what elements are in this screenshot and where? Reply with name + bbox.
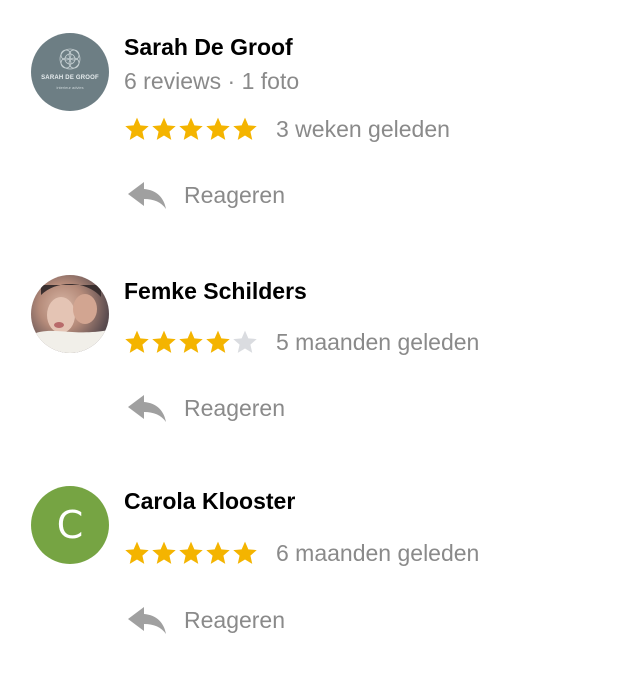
review-item: Femke Schilders 5 maanden geleden Reager… <box>0 240 638 460</box>
star-empty-icon <box>233 330 257 353</box>
reply-label: Reageren <box>184 181 286 208</box>
review-item: C Carola Klooster 6 maanden geleden Reag… <box>0 452 638 682</box>
reply-arrow-icon <box>128 395 166 422</box>
reviewer-meta: 6 reviews · 1 foto <box>124 68 300 94</box>
star-filled-icon <box>233 117 257 140</box>
reply-button[interactable]: Reageren <box>126 180 285 210</box>
flower-logo-icon <box>59 48 81 70</box>
review-date: 5 maanden geleden <box>276 329 480 355</box>
reviewer-name[interactable]: Sarah De Groof <box>124 34 293 61</box>
avatar-photo-icon <box>31 283 109 353</box>
review-date: 6 maanden geleden <box>276 540 480 566</box>
star-rating <box>124 116 258 142</box>
star-filled-icon <box>152 117 176 140</box>
star-filled-icon <box>233 541 257 564</box>
star-filled-icon <box>152 330 176 353</box>
star-filled-icon <box>125 330 149 353</box>
review-date: 3 weken geleden <box>276 116 450 142</box>
reviewer-name[interactable]: Femke Schilders <box>124 278 307 305</box>
star-filled-icon <box>179 330 203 353</box>
star-filled-icon <box>179 117 203 140</box>
avatar[interactable]: SARAH DE GROOF interieur advies <box>31 33 109 111</box>
star-filled-icon <box>125 541 149 564</box>
star-filled-icon <box>206 117 230 140</box>
avatar-logo-subtext: interieur advies <box>56 85 84 90</box>
star-rating <box>124 329 258 355</box>
star-filled-icon <box>152 541 176 564</box>
review-item: SARAH DE GROOF interieur advies Sarah De… <box>0 0 638 230</box>
reviewer-name[interactable]: Carola Klooster <box>124 488 295 515</box>
reply-arrow-icon <box>128 607 166 634</box>
star-filled-icon <box>206 541 230 564</box>
avatar-letter: C <box>56 503 84 547</box>
avatar[interactable]: C <box>31 486 109 564</box>
reply-arrow-icon <box>128 182 166 209</box>
star-rating <box>124 540 258 566</box>
star-filled-icon <box>206 330 230 353</box>
star-filled-icon <box>179 541 203 564</box>
reply-label: Reageren <box>184 606 286 633</box>
reply-button[interactable]: Reageren <box>126 605 285 635</box>
avatar[interactable] <box>31 275 109 353</box>
reply-label: Reageren <box>184 394 286 421</box>
reply-button[interactable]: Reageren <box>126 393 285 423</box>
avatar-logo-text: SARAH DE GROOF <box>41 75 99 81</box>
star-filled-icon <box>125 117 149 140</box>
